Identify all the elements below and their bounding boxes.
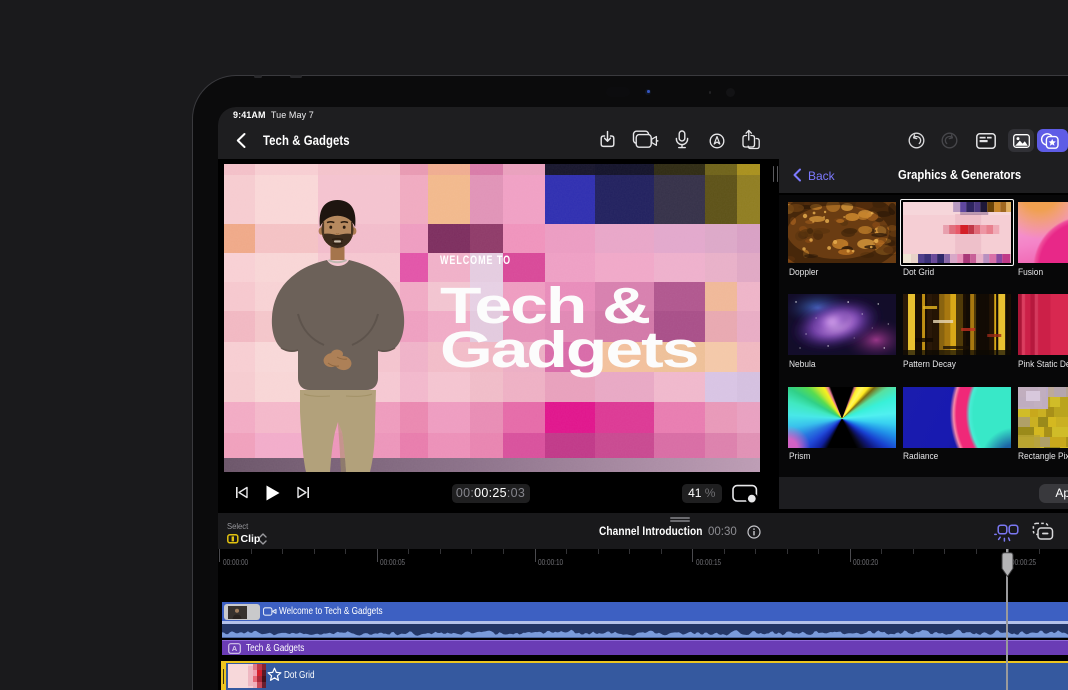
svg-text:A: A <box>231 644 237 653</box>
